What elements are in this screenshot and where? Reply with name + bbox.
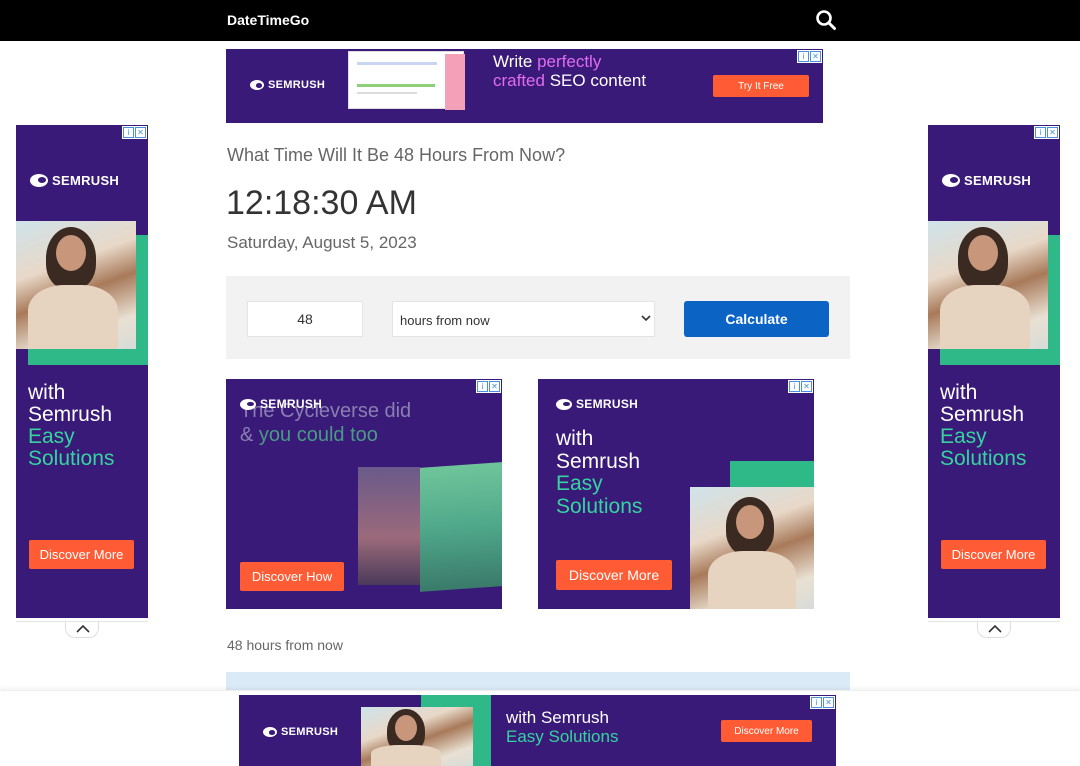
right-skyscraper-ad[interactable]: i ✕ SEMRUSH with Semrush Easy Solutions D…: [928, 125, 1060, 618]
result-date: Saturday, August 5, 2023: [227, 233, 417, 252]
discover-more-button[interactable]: Discover More: [721, 720, 812, 742]
discover-how-button[interactable]: Discover How: [240, 562, 344, 591]
search-icon[interactable]: [814, 8, 838, 32]
bottom-banner-ad[interactable]: i ✕ SEMRUSH with Semrush Easy Solutions D…: [239, 695, 836, 766]
try-it-free-button[interactable]: Try It Free: [713, 75, 809, 97]
close-icon[interactable]: ✕: [489, 381, 500, 392]
ad-headline: with Semrush Easy Solutions: [556, 427, 643, 518]
section-heading: 48 hours from now: [227, 637, 343, 653]
chevron-down-icon: [641, 315, 651, 322]
discover-more-button[interactable]: Discover More: [941, 540, 1046, 569]
ad-headline: with Semrush Easy Solutions: [940, 381, 1027, 470]
semrush-logo-icon: [942, 174, 960, 187]
ad-info-icon[interactable]: i: [798, 51, 809, 62]
ad-woman-photo: [16, 221, 136, 349]
ad-info-icon[interactable]: i: [123, 127, 134, 138]
chevron-up-icon: [988, 625, 1002, 633]
close-icon[interactable]: ✕: [135, 127, 146, 138]
ad-screenshot-preview: [348, 51, 465, 110]
semrush-logo: SEMRUSH: [240, 397, 322, 411]
ad-woman-photo: [361, 707, 473, 766]
unit-select[interactable]: hours from now: [392, 301, 655, 337]
discover-more-button[interactable]: Discover More: [29, 540, 134, 569]
close-icon[interactable]: ✕: [801, 381, 812, 392]
close-icon[interactable]: ✕: [823, 697, 834, 708]
chevron-up-icon: [76, 625, 90, 633]
unit-select-value: hours from now: [400, 313, 490, 328]
semrush-logo: SEMRUSH: [942, 173, 1031, 188]
ad-info-icon[interactable]: i: [477, 381, 488, 392]
close-icon[interactable]: ✕: [1047, 127, 1058, 138]
amount-input[interactable]: [247, 301, 363, 337]
ad-headline: with Semrush Easy Solutions: [506, 708, 619, 746]
left-skyscraper-ad[interactable]: i ✕ SEMRUSH with Semrush Easy Solutions D…: [16, 125, 148, 618]
ad-choices[interactable]: i ✕: [476, 380, 501, 393]
ad-info-icon[interactable]: i: [1035, 127, 1046, 138]
semrush-logo-icon: [263, 727, 277, 737]
close-icon[interactable]: ✕: [810, 51, 821, 62]
ad-info-icon[interactable]: i: [789, 381, 800, 392]
semrush-logo-icon: [30, 174, 48, 187]
ad-choices[interactable]: i ✕: [810, 696, 835, 709]
ad-woman-photo: [928, 221, 1048, 349]
result-time: 12:18:30 AM: [226, 184, 417, 222]
ad-choices[interactable]: i ✕: [1034, 126, 1059, 139]
ad-choices[interactable]: i ✕: [122, 126, 147, 139]
semrush-logo: SEMRUSH: [30, 173, 119, 188]
mid-left-ad[interactable]: i ✕ The Cycleverse did & you could too SE…: [226, 379, 502, 609]
discover-more-button[interactable]: Discover More: [556, 560, 672, 590]
semrush-logo: SEMRUSH: [556, 397, 638, 411]
top-banner-ad[interactable]: i ✕ SEMRUSH Write perfectly crafted SEO c…: [226, 49, 823, 123]
top-navigation-bar: DateTimeGo: [0, 0, 1080, 41]
ad-choices[interactable]: i ✕: [788, 380, 813, 393]
semrush-logo-icon: [556, 398, 572, 410]
semrush-logo-icon: [250, 80, 264, 90]
page-title: What Time Will It Be 48 Hours From Now?: [227, 145, 566, 165]
calculate-button[interactable]: Calculate: [684, 301, 829, 337]
semrush-logo-icon: [240, 398, 256, 410]
semrush-logo: SEMRUSH: [250, 79, 325, 91]
mid-right-ad[interactable]: i ✕ SEMRUSH with Semrush Easy Solutions D…: [538, 379, 814, 609]
ad-info-icon[interactable]: i: [811, 697, 822, 708]
collapse-ad-button[interactable]: [65, 622, 99, 638]
ad-cyclists-photo: [420, 462, 502, 592]
ad-choices[interactable]: i ✕: [797, 50, 822, 63]
site-logo[interactable]: DateTimeGo: [227, 12, 309, 28]
ad-headline: with Semrush Easy Solutions: [28, 381, 115, 470]
semrush-logo: SEMRUSH: [263, 726, 338, 738]
result-table-header: [226, 672, 850, 692]
ad-headline: Write perfectly crafted SEO content: [493, 52, 647, 90]
ad-woman-photo: [690, 487, 814, 609]
collapse-ad-button[interactable]: [977, 622, 1011, 638]
ad-cyclists-photo: [358, 467, 420, 585]
